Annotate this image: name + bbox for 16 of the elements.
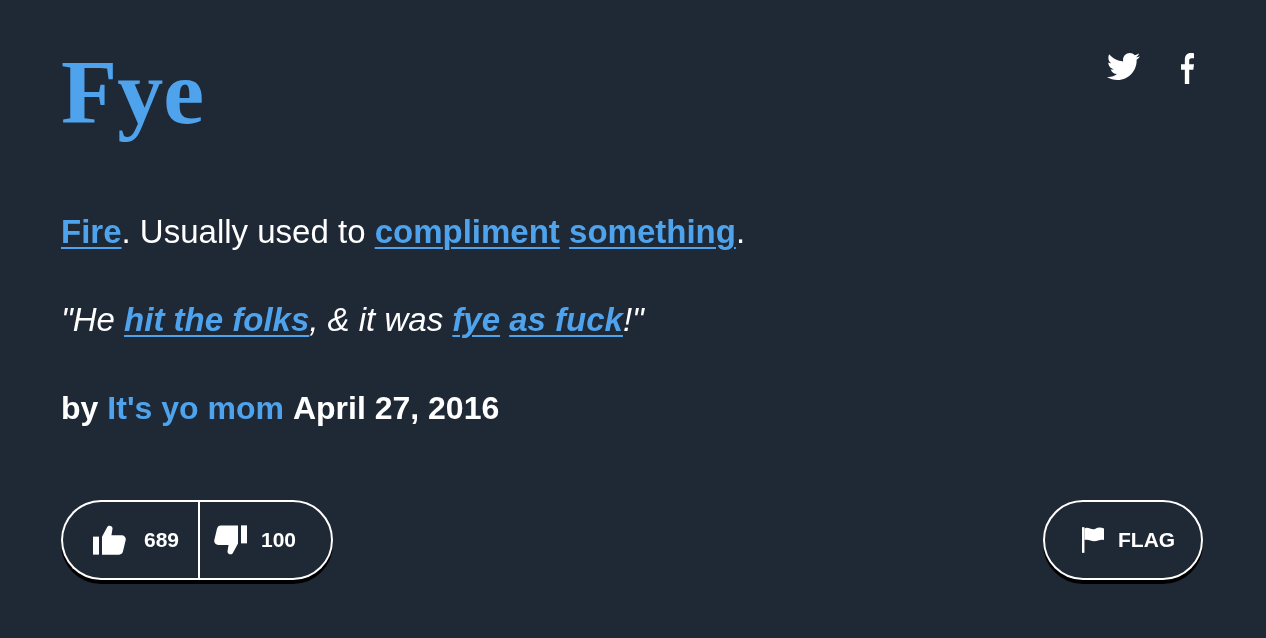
by-label: by (61, 389, 99, 428)
bird-icon[interactable] (1107, 53, 1140, 80)
thumbs-down-icon (214, 525, 247, 555)
example-link[interactable]: as fuck (509, 301, 623, 338)
definition-link[interactable]: Fire (61, 213, 122, 250)
definition-link[interactable]: compliment (374, 213, 560, 250)
example-link[interactable]: hit the folks (124, 301, 310, 338)
thumbs-up-icon (93, 525, 126, 555)
example-sentence: "He hit the folks, & it was fye as fuck!" (61, 300, 646, 340)
post-date: April 27, 2016 (292, 389, 500, 428)
example-link[interactable]: fye (452, 301, 500, 338)
definition-link[interactable]: something (569, 213, 736, 250)
flag-icon (1082, 525, 1104, 555)
definition-text: Fire. Usually used to compliment something. (61, 212, 747, 252)
f-logo-icon[interactable] (1181, 53, 1194, 84)
author-link[interactable]: It's yo mom (107, 388, 284, 428)
